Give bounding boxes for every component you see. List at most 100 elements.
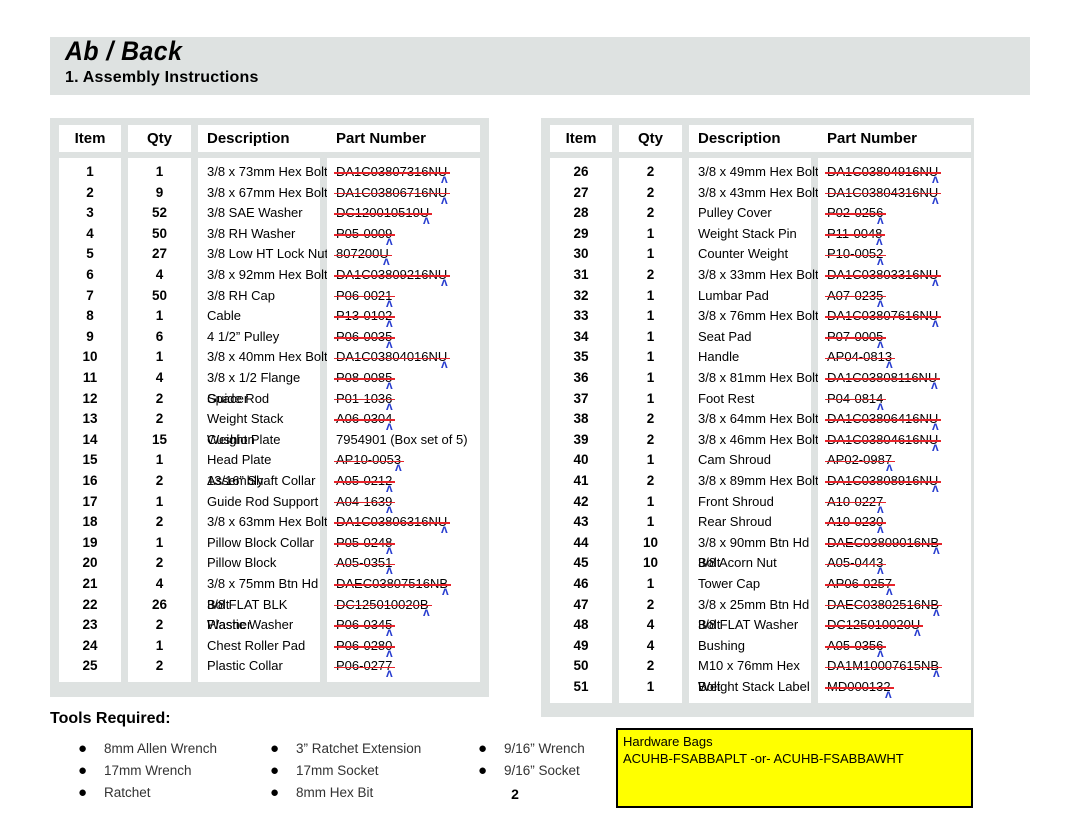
part-number-struck: P06-0035: [333, 327, 396, 348]
table-cell-desc: 3/8 x 75mm Btn Hd Bolt: [207, 576, 319, 612]
part-number-struck: DAEC03809016NB: [824, 533, 943, 554]
part-number-struck: P02-0256: [824, 203, 887, 224]
part-number-struck: DC125010020U: [824, 615, 924, 636]
table-cell-part: DA1C03804016NU ʌ: [327, 347, 489, 370]
table-cell-qty: 1: [646, 493, 655, 509]
table-cell-part: P06-0345 ʌ: [327, 615, 489, 638]
table-cell-qty: 1: [646, 287, 655, 303]
table-cell-part: AP10-0053 ʌ: [327, 450, 489, 473]
table-cell-qty: 4: [646, 637, 655, 653]
part-number-struck: DAEC03802516NB: [824, 595, 943, 616]
table-cell-qty: 1: [646, 349, 655, 365]
part-number-struck: DA1C03808916NU: [824, 471, 942, 492]
table-cell-desc: 3/8 x 63mm Hex Bolt: [207, 514, 328, 530]
column-header-description: Description: [198, 125, 327, 152]
bullet-icon: ●: [270, 762, 280, 779]
table-cell-qty: 2: [646, 473, 655, 488]
part-number-struck: P01-1036: [333, 389, 396, 410]
table-header-row-left: Item Qty Description Part Number: [50, 118, 489, 152]
table-cell-desc: 13/16” Shaft Collar: [207, 473, 316, 488]
table-cell-qty: 2: [646, 658, 655, 674]
table-cell-qty: 50: [151, 287, 168, 303]
table-cell-part: DA1C03803316NU ʌ: [818, 265, 980, 288]
table-cell-item: 19: [82, 534, 98, 550]
part-number-struck: DA1C03808116NU: [824, 368, 941, 389]
table-cell-qty: 26: [151, 596, 168, 612]
part-number-struck: DA1C03804016NU: [333, 347, 451, 368]
part-number-struck: P05-0009: [333, 224, 396, 245]
table-cell-desc: 3/8 FLAT Washer: [698, 617, 799, 633]
table-cell-qty: 2: [646, 431, 655, 447]
table-cell-part: DA1C03808916NU ʌ: [818, 471, 980, 494]
table-cell-desc: 3/8 x 73mm Hex Bolt: [207, 164, 328, 179]
table-cell-part: DA1C03806716NU ʌ: [327, 183, 489, 206]
table-body-item-column: 1 2 3 4 5 6 7 8 9 10 11 12 13 14 15 16 17 18 19 20 21 22 23 24 2…: [59, 158, 121, 682]
table-cell-qty: 1: [155, 349, 164, 365]
table-cell-desc: 3/8 x 1/2 Flange Spacer: [207, 370, 301, 406]
table-cell-item: 33: [573, 308, 589, 324]
part-number-struck: P06-0280: [333, 636, 396, 657]
table-header-row-right: Item Qty Description Part Number: [541, 118, 974, 152]
table-cell-part: A05-0443 ʌ: [818, 553, 980, 576]
table-cell-qty: 27: [151, 246, 168, 262]
table-cell-item: 42: [573, 493, 589, 509]
table-cell-item: 16: [82, 473, 98, 488]
revision-caret-icon: ʌ: [885, 687, 892, 701]
table-cell-part: DA1C03809216NU ʌ: [327, 265, 489, 288]
table-cell-item: 34: [573, 328, 589, 344]
table-cell-part: P02-0256 ʌ: [818, 203, 980, 226]
table-cell-item: 51: [573, 679, 589, 694]
table-cell-qty: 2: [155, 514, 164, 530]
table-cell-qty: 1: [155, 637, 164, 653]
hardware-bags-box: Hardware Bags ACUHB-FSABBAPLT -or- ACUHB…: [616, 728, 973, 808]
tools-column-3: ● 9/16” Wrench ● 9/16” Socket: [478, 738, 585, 782]
tool-list-item: ● 8mm Hex Bit: [270, 782, 421, 804]
table-cell-item: 9: [86, 328, 94, 344]
table-cell-part: DC125010020U ʌ: [818, 615, 980, 638]
table-cell-qty: 1: [646, 370, 655, 385]
table-cell-part: P06-0277 ʌ: [327, 656, 489, 679]
table-cell-item: 7: [86, 287, 94, 303]
table-cell-desc: 3/8 x 46mm Hex Bolt: [698, 431, 819, 447]
table-cell-qty: 10: [642, 534, 659, 550]
table-cell-item: 27: [573, 184, 589, 200]
part-number-struck: DA1C03806316NU: [333, 512, 451, 533]
part-number-struck: P11-0048: [824, 224, 886, 245]
column-header-qty: Qty: [619, 125, 682, 152]
table-cell-part: P06-0021 ʌ: [327, 286, 489, 309]
table-cell-part: P10-0052 ʌ: [818, 244, 980, 267]
table-cell-desc: 3/8 Low HT Lock Nut: [207, 246, 329, 262]
part-number-struck: DA1C03804916NU: [824, 162, 942, 183]
table-cell-desc: 3/8 x 92mm Hex Bolt: [207, 267, 328, 282]
table-cell-item: 22: [82, 596, 98, 612]
table-cell-item: 17: [82, 493, 98, 509]
tools-column-2: ● 3” Ratchet Extension ● 17mm Socket ● 8mm He…: [270, 738, 421, 804]
table-cell-part: P06-0035 ʌ: [327, 327, 489, 350]
table-cell-part: MD000132 ʌ: [818, 677, 980, 701]
part-number-struck: DA1C03807616NU: [824, 306, 942, 327]
part-number-struck: 807200U: [334, 244, 392, 265]
table-cell-desc: Lumbar Pad: [698, 287, 769, 303]
tool-list-item: ● 8mm Allen Wrench: [78, 738, 217, 760]
bullet-icon: ●: [270, 784, 280, 801]
table-cell-qty: 1: [646, 246, 655, 262]
table-cell-part: DA1C03807316NU ʌ: [327, 162, 489, 185]
table-cell-desc: 3/8 RH Cap: [207, 287, 275, 303]
table-cell-qty: 2: [155, 390, 164, 406]
table-cell-item: 30: [573, 246, 589, 262]
table-cell-item: 10: [82, 349, 98, 365]
table-cell-qty: 4: [155, 267, 164, 282]
tool-list-item: ● 9/16” Wrench: [478, 738, 585, 760]
column-header-qty: Qty: [128, 125, 191, 152]
tool-list-item: ● 17mm Wrench: [78, 760, 217, 782]
table-cell-qty: 1: [646, 390, 655, 406]
bullet-icon: ●: [78, 740, 88, 757]
table-cell-part: P01-1036 ʌ: [327, 389, 489, 412]
table-cell-qty: 9: [155, 184, 164, 200]
table-cell-item: 13: [82, 411, 98, 427]
table-cell-item: 48: [573, 617, 589, 633]
table-cell-part: DA1C03804316NU ʌ: [818, 183, 980, 206]
table-cell-part: DA1C03807616NU ʌ: [818, 306, 980, 329]
table-cell-item: 15: [82, 452, 98, 468]
table-cell-desc: 3/8 x 43mm Hex Bolt: [698, 184, 819, 200]
